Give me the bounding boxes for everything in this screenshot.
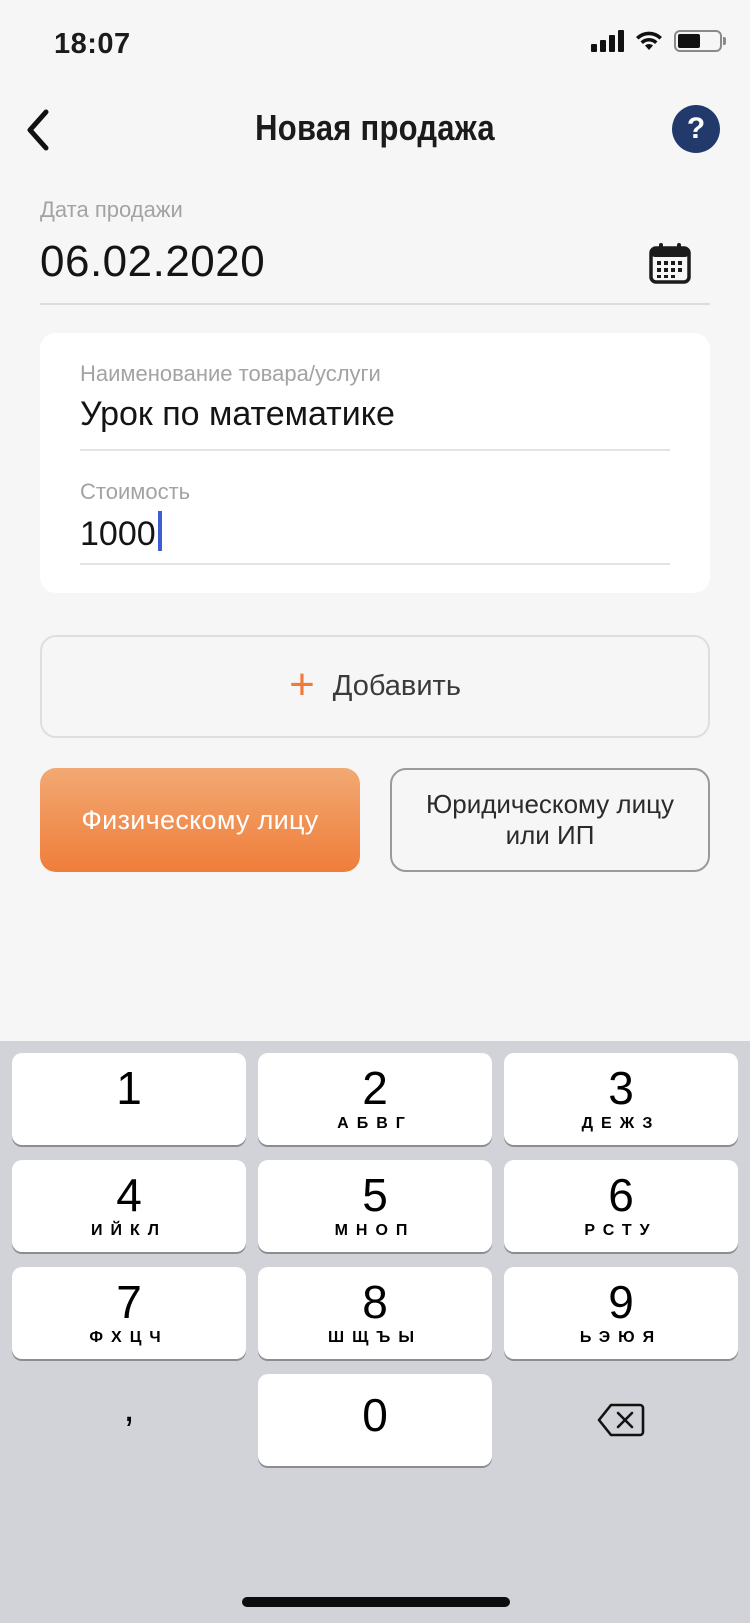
key-3[interactable]: 3 ДЕЖЗ <box>504 1053 738 1145</box>
legal-entity-button[interactable]: Юридическому лицу или ИП <box>390 768 710 872</box>
sale-date-value: 06.02.2020 <box>40 237 266 286</box>
text-cursor <box>157 511 162 551</box>
key-digit: 1 <box>116 1062 142 1114</box>
nav-bar: Новая продажа ? <box>0 95 750 165</box>
add-item-label: Добавить <box>332 670 461 702</box>
numeric-keyboard: 1 2 АБВГ 3 ДЕЖЗ 4 ИЙКЛ 5 МНОП 6 РСТУ 7 Ф… <box>0 1041 750 1623</box>
calendar-icon[interactable] <box>648 241 692 285</box>
battery-icon <box>674 30 726 52</box>
individual-buyer-label: Физическому лицу <box>81 804 319 835</box>
key-letters: ИЙКЛ <box>91 1222 167 1239</box>
price-value: 1000 <box>80 515 156 553</box>
key-digit: 8 <box>362 1276 388 1328</box>
key-digit: 7 <box>116 1276 142 1328</box>
key-1[interactable]: 1 <box>12 1053 246 1145</box>
key-letters: ФХЦЧ <box>89 1329 169 1346</box>
chevron-left-icon <box>27 109 49 151</box>
wifi-icon <box>636 31 662 50</box>
plus-icon: + <box>289 659 315 709</box>
key-8[interactable]: 8 ШЩЪЫ <box>258 1267 492 1359</box>
key-digit: 3 <box>608 1062 634 1114</box>
key-digit: 4 <box>116 1169 142 1221</box>
item-card: Наименование товара/услуги Урок по матем… <box>40 333 710 593</box>
page-title: Новая продажа <box>255 107 495 148</box>
key-letters: ДЕЖЗ <box>581 1115 661 1132</box>
key-digit: 5 <box>362 1169 388 1221</box>
key-letters: МНОП <box>334 1222 416 1239</box>
key-7[interactable]: 7 ФХЦЧ <box>12 1267 246 1359</box>
item-name-label: Наименование товара/услуги <box>80 361 381 386</box>
individual-buyer-button[interactable]: Физическому лицу <box>40 768 360 872</box>
delete-key[interactable] <box>504 1374 738 1466</box>
add-item-button[interactable]: + Добавить <box>40 635 710 738</box>
key-0[interactable]: 0 <box>258 1374 492 1466</box>
key-letters: АБВГ <box>337 1115 413 1132</box>
key-2[interactable]: 2 АБВГ <box>258 1053 492 1145</box>
legal-entity-label-line1: Юридическому лицу <box>425 788 675 819</box>
key-letters: ЬЭЮЯ <box>579 1329 663 1346</box>
key-letters: ШЩЪЫ <box>328 1329 422 1346</box>
price-field[interactable]: Стоимость 1000 <box>80 479 670 565</box>
price-input[interactable]: 1000 <box>80 511 162 554</box>
key-6[interactable]: 6 РСТУ <box>504 1160 738 1252</box>
status-icons <box>591 30 726 52</box>
key-digit: , <box>123 1386 135 1430</box>
key-digit: 9 <box>608 1276 634 1328</box>
key-4[interactable]: 4 ИЙКЛ <box>12 1160 246 1252</box>
key-digit: 2 <box>362 1062 388 1114</box>
home-indicator <box>242 1597 510 1607</box>
status-bar: 18:07 <box>0 0 750 90</box>
item-name-field[interactable]: Наименование товара/услуги Урок по матем… <box>80 361 670 451</box>
item-name-value: Урок по математике <box>80 395 395 433</box>
help-button[interactable]: ? <box>672 105 720 153</box>
backspace-icon <box>597 1403 645 1437</box>
key-digit: 0 <box>362 1389 388 1441</box>
sale-date-field[interactable]: Дата продажи 06.02.2020 <box>40 195 710 305</box>
key-letters: РСТУ <box>584 1222 658 1239</box>
key-9[interactable]: 9 ЬЭЮЯ <box>504 1267 738 1359</box>
key-comma[interactable]: , <box>12 1374 246 1466</box>
key-5[interactable]: 5 МНОП <box>258 1160 492 1252</box>
sale-date-label: Дата продажи <box>40 197 183 222</box>
price-label: Стоимость <box>80 479 191 504</box>
cellular-signal-icon <box>591 30 624 52</box>
legal-entity-label-line2: или ИП <box>505 820 595 850</box>
status-time: 18:07 <box>54 28 131 60</box>
key-digit: 6 <box>608 1169 634 1221</box>
